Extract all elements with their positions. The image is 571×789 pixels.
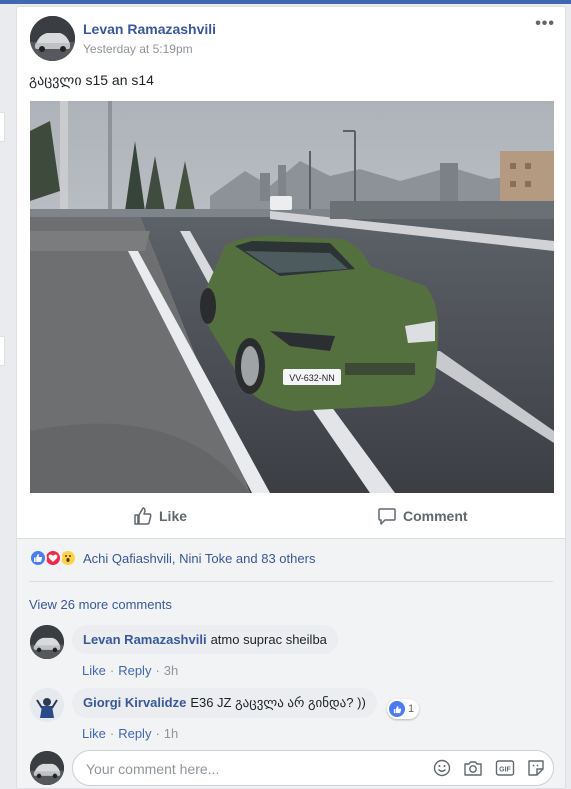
composer-tools: GIF	[433, 759, 545, 777]
commenter-avatar[interactable]	[30, 688, 64, 722]
current-user-avatar[interactable]	[30, 751, 64, 785]
emoji-icon[interactable]	[433, 759, 451, 777]
svg-text:GIF: GIF	[499, 767, 511, 774]
post-timestamp[interactable]: Yesterday at 5:19pm	[83, 42, 193, 56]
like-reaction-icon	[29, 549, 47, 567]
comment-like-count: 1	[408, 703, 415, 715]
comment-author[interactable]: Levan Ramazashvili	[83, 632, 207, 647]
comment-author[interactable]: Giorgi Kirvalidze	[83, 695, 186, 710]
post-photo[interactable]: VV-632-NN	[30, 101, 554, 493]
separator-dot: ·	[109, 726, 115, 741]
thumbs-up-icon	[134, 507, 152, 525]
like-reaction-icon	[389, 701, 405, 717]
post-card: Levan Ramazashvili Yesterday at 5:19pm •…	[16, 6, 566, 789]
left-column-edge	[0, 112, 5, 142]
reactions-divider	[29, 581, 553, 582]
comment-like-count-badge[interactable]: 1	[387, 699, 420, 719]
top-navigation-edge	[0, 0, 571, 4]
comment-input-placeholder: Your comment here...	[86, 761, 220, 777]
comment-input[interactable]: Your comment here... GIF	[72, 750, 554, 786]
separator-dot: ·	[155, 663, 160, 678]
comment-like-link[interactable]: Like	[82, 663, 106, 678]
left-column-edge	[0, 336, 5, 366]
comment-reply-link[interactable]: Reply	[118, 663, 151, 678]
license-plate-text: VV-632-NN	[289, 373, 335, 383]
like-button[interactable]: Like	[133, 506, 187, 526]
post-options-button[interactable]: •••	[535, 15, 555, 33]
post-text: გაცვლი s15 an s14	[29, 72, 154, 88]
comment-button-label: Comment	[403, 508, 468, 524]
post-action-bar: Like Comment	[17, 497, 565, 537]
comment-like-link[interactable]: Like	[82, 726, 106, 741]
separator-dot: ·	[109, 663, 115, 678]
comment-reply-link[interactable]: Reply	[118, 726, 151, 741]
reactions-summary[interactable]: Achi Qafiashvili, Nini Toke and 83 other…	[29, 549, 315, 567]
like-button-label: Like	[159, 508, 188, 524]
sticker-icon[interactable]	[527, 759, 545, 777]
comment-actions: Like · Reply · 3h	[82, 663, 178, 678]
car-photo-image: VV-632-NN	[30, 101, 554, 493]
car-avatar-image	[30, 751, 64, 785]
car-avatar-image	[30, 625, 64, 659]
comment-icon	[378, 508, 396, 525]
gif-icon[interactable]: GIF	[495, 759, 515, 777]
reactors-names[interactable]: Achi Qafiashvili, Nini Toke and 83 other…	[83, 551, 315, 566]
separator-dot: ·	[155, 726, 160, 741]
comment-text: atmo suprac sheilba	[210, 632, 327, 647]
comment-time[interactable]: 1h	[164, 726, 178, 741]
comment-button[interactable]: Comment	[377, 506, 468, 526]
car-avatar-image	[30, 16, 75, 61]
commenter-avatar[interactable]	[30, 625, 64, 659]
camera-icon[interactable]	[463, 759, 483, 777]
comment-time[interactable]: 3h	[164, 663, 178, 678]
comment-bubble: Giorgi Kirvalidze E36 JZ გაცვლა არ გინდა?…	[72, 688, 377, 718]
post-author-name[interactable]: Levan Ramazashvili	[83, 21, 216, 37]
comment-bubble: Levan Ramazashvili atmo suprac sheilba	[72, 625, 338, 654]
person-avatar-image	[30, 688, 64, 722]
comment-actions: Like · Reply · 1h	[82, 726, 178, 741]
comment-text: E36 JZ გაცვლა არ გინდა? ))	[190, 695, 366, 710]
author-avatar[interactable]	[30, 16, 75, 61]
view-more-comments-link[interactable]: View 26 more comments	[29, 597, 172, 612]
